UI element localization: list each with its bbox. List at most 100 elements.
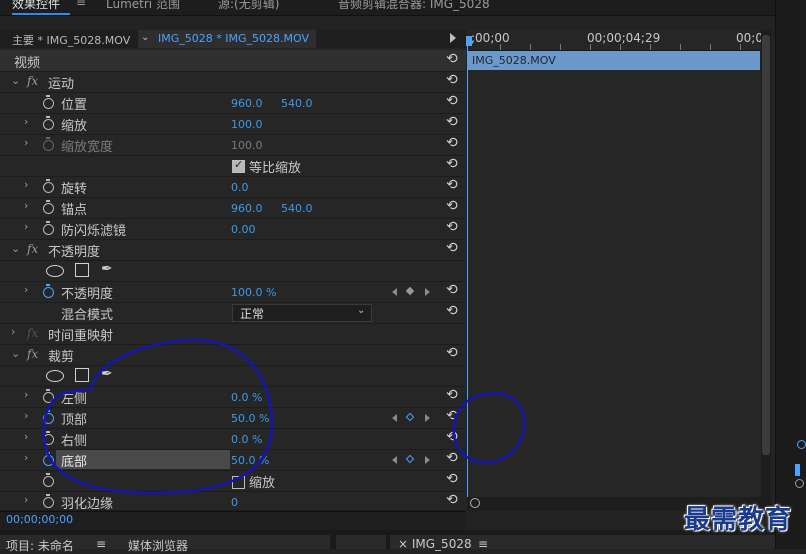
reset-icon[interactable]: ⟲ [446,240,458,256]
watermark-logo: 最需教育 [684,505,793,535]
crop-zoom-checkbox[interactable] [232,476,245,489]
tab-audio-clip-mixer[interactable]: 音频剪辑混合器: IMG_5028 [338,0,490,12]
reset-icon[interactable]: ⟲ [446,387,458,403]
anchor-x-value[interactable]: 960.0 [231,202,263,215]
time-remap-label: 时间重映射 [48,329,114,344]
stopwatch-icon[interactable] [43,284,54,298]
reset-icon[interactable]: ⟲ [446,303,458,319]
reset-icon[interactable]: ⟲ [446,51,458,67]
position-y-value[interactable]: 540.0 [281,97,313,110]
chevron-right-icon[interactable]: › [24,178,28,191]
master-clip-tab[interactable]: 主要 * IMG_5028.MOV [12,32,130,48]
scrollbar-thumb[interactable] [762,35,770,455]
chevron-down-icon[interactable]: ⌄ [357,305,365,316]
uniform-scale-checkbox[interactable] [232,158,245,173]
fx-icon[interactable]: fx [27,74,38,88]
ellipse-mask-icon[interactable] [46,265,64,277]
stopwatch-icon[interactable] [43,179,54,193]
chevron-right-icon[interactable]: › [24,220,28,233]
slider-handle[interactable] [795,479,804,488]
chevron-down-icon[interactable]: ⌄ [11,242,20,255]
crop-right-value[interactable]: 0.0 % [231,433,262,446]
chevron-right-icon[interactable]: › [24,430,28,443]
reset-icon[interactable]: ⟲ [446,72,458,88]
prev-keyframe-icon[interactable] [392,414,397,422]
position-x-value[interactable]: 960.0 [231,97,263,110]
chevron-right-icon[interactable]: › [24,136,28,149]
reset-icon[interactable]: ⟲ [446,345,458,361]
chevron-right-icon[interactable]: › [24,199,28,212]
chevron-down-icon[interactable]: ⌄ [11,74,20,87]
stopwatch-icon[interactable] [43,473,54,487]
stopwatch-icon[interactable] [43,410,54,424]
next-keyframe-icon[interactable] [425,288,430,296]
playhead-marker[interactable] [795,464,800,476]
chevron-right-icon[interactable]: › [24,388,28,401]
reset-icon[interactable]: ⟲ [446,282,458,298]
chevron-right-icon[interactable]: › [24,409,28,422]
next-keyframe-icon[interactable] [425,414,430,422]
stopwatch-icon[interactable] [43,221,54,235]
tab-project[interactable]: 项目: 未命名 [6,537,74,554]
anchor-y-value[interactable]: 540.0 [281,202,313,215]
next-keyframe-icon[interactable] [425,456,430,464]
playhead-line[interactable] [467,46,468,497]
reset-icon[interactable]: ⟲ [446,492,458,508]
scale-value[interactable]: 100.0 [231,118,263,131]
reset-icon[interactable]: ⟲ [446,408,458,424]
blend-mode-label: 混合模式 [61,308,114,323]
playhead-handle[interactable] [466,36,472,46]
fx-icon[interactable]: fx [27,242,38,256]
current-timecode[interactable]: 00;00;00;00 [6,513,73,526]
reset-icon[interactable]: ⟲ [446,219,458,235]
chevron-right-icon[interactable]: › [24,493,28,506]
stopwatch-icon[interactable] [43,389,54,403]
ruler-tick [710,44,711,50]
chevron-right-icon[interactable]: › [24,451,28,464]
tab-source[interactable]: 源:(无剪辑) [218,0,279,12]
reset-icon[interactable]: ⟲ [446,93,458,109]
reset-icon[interactable]: ⟲ [446,198,458,214]
reset-icon[interactable]: ⟲ [446,177,458,193]
tab-effect-controls[interactable]: 效果控件 [12,0,60,12]
chevron-right-icon[interactable]: › [24,283,28,296]
anti-flicker-value[interactable]: 0.00 [231,223,256,236]
reset-icon[interactable]: ⟲ [446,114,458,130]
stopwatch-icon[interactable] [43,452,54,466]
show-timeline-arrow-icon[interactable] [450,33,456,43]
crop-top-value[interactable]: 50.0 % [231,412,269,425]
reset-icon[interactable]: ⟲ [446,450,458,466]
rectangle-mask-icon[interactable] [75,263,89,277]
prev-keyframe-icon[interactable] [392,456,397,464]
reset-icon[interactable]: ⟲ [446,156,458,172]
stopwatch-icon[interactable] [43,95,54,109]
prev-keyframe-icon[interactable] [392,288,397,296]
zoom-handle[interactable] [470,498,480,508]
chevron-down-icon[interactable]: ⌄ [11,347,20,360]
ellipse-mask-icon[interactable] [46,370,64,382]
stopwatch-icon[interactable] [43,431,54,445]
keyframe-area[interactable] [467,70,761,497]
stopwatch-icon[interactable] [43,200,54,214]
stopwatch-icon[interactable] [43,116,54,130]
stopwatch-icon[interactable] [43,494,54,508]
panel-menu-icon[interactable]: ≡ [76,0,86,9]
rotation-value[interactable]: 0.0 [231,181,249,194]
crop-bottom-value[interactable]: 50.0 % [231,454,269,467]
reset-icon[interactable]: ⟲ [446,135,458,151]
rectangle-mask-icon[interactable] [75,368,89,382]
chevron-right-icon[interactable]: › [24,115,28,128]
tab-media-browser[interactable]: 媒体浏览器 [128,537,188,554]
pen-mask-icon[interactable]: ✒ [101,261,113,277]
chevron-down-icon[interactable]: ⌄ [141,32,149,43]
reset-icon[interactable]: ⟲ [446,429,458,445]
slider-handle[interactable] [797,440,806,449]
pen-mask-icon[interactable]: ✒ [101,366,113,382]
tab-lumetri-scopes[interactable]: Lumetri 范围 [106,0,180,12]
crop-left-value[interactable]: 0.0 % [231,391,262,404]
fx-icon[interactable]: fx [27,347,38,361]
chevron-right-icon[interactable]: › [11,325,15,338]
reset-icon[interactable]: ⟲ [446,471,458,487]
feather-value[interactable]: 0 [231,496,238,509]
opacity-value[interactable]: 100.0 % [231,286,276,299]
